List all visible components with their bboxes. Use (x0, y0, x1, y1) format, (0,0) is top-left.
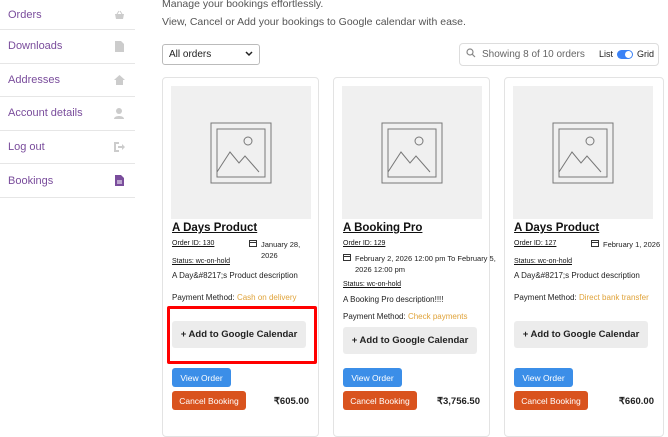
booking-price: ₹605.00 (273, 396, 309, 407)
document-icon (113, 175, 125, 187)
add-to-google-calendar-button[interactable]: + Add to Google Calendar (343, 327, 477, 354)
booking-card: A Days Product Order ID: 127 February 1,… (504, 77, 664, 437)
sidebar-item-label: Account details (8, 107, 83, 120)
order-id-link[interactable]: Order ID: 127 (514, 240, 556, 247)
calendar-icon (249, 239, 257, 250)
booking-title-link[interactable]: A Days Product (514, 222, 599, 234)
product-image-placeholder (342, 86, 482, 219)
payment-method-label: Payment Method: (343, 312, 406, 321)
payment-method: Payment Method: Cash on delivery (172, 293, 297, 302)
chevron-down-icon (245, 49, 253, 60)
sidebar-item-account-details[interactable]: Account details (0, 97, 135, 131)
sidebar-item-label: Orders (8, 8, 42, 21)
file-icon (113, 40, 125, 52)
image-placeholder-icon (381, 122, 443, 183)
sidebar-item-bookings[interactable]: Bookings (0, 164, 135, 198)
add-to-google-calendar-button[interactable]: + Add to Google Calendar (514, 321, 648, 348)
order-filter-value: All orders (169, 49, 212, 60)
booking-title-link[interactable]: A Booking Pro (343, 222, 422, 234)
account-sidebar: Orders Downloads Addresses Account detai… (0, 0, 135, 198)
payment-method-label: Payment Method: (514, 293, 577, 302)
order-filter-select[interactable]: All orders (162, 44, 260, 65)
product-image-placeholder (171, 86, 311, 219)
home-icon (113, 74, 125, 86)
image-placeholder-icon (210, 122, 272, 183)
booking-date-text: January 28, 2026 (261, 240, 301, 260)
booking-description: A Booking Pro description!!!! (343, 295, 444, 304)
view-order-button[interactable]: View Order (514, 368, 573, 387)
intro-line-2: View, Cancel or Add your bookings to Goo… (162, 16, 466, 28)
booking-description: A Day&#8217;s Product description (514, 271, 640, 280)
order-id-link[interactable]: Order ID: 129 (343, 240, 385, 247)
payment-method: Payment Method: Check payments (343, 312, 468, 321)
search-icon (466, 48, 476, 61)
payment-method-value: Check payments (407, 312, 468, 321)
product-image-placeholder (513, 86, 653, 219)
payment-method-value: Cash on delivery (236, 293, 297, 302)
logout-icon (113, 141, 125, 153)
booking-status-link[interactable]: Status: wc-on-hold (343, 281, 401, 288)
sidebar-item-orders[interactable]: Orders (0, 0, 135, 30)
search-placeholder: Showing 8 of 10 orders (482, 49, 585, 60)
basket-icon (113, 9, 125, 21)
payment-method-label: Payment Method: (172, 293, 235, 302)
add-to-google-calendar-button[interactable]: + Add to Google Calendar (172, 321, 306, 348)
sidebar-item-downloads[interactable]: Downloads (0, 30, 135, 64)
view-toggle-list-label: List (598, 49, 613, 59)
user-icon (113, 107, 125, 119)
booking-price: ₹3,756.50 (436, 396, 480, 407)
view-toggle[interactable]: List Grid (599, 49, 654, 59)
cancel-booking-button[interactable]: Cancel Booking (172, 391, 246, 410)
sidebar-item-label: Addresses (8, 73, 60, 86)
booking-status-link[interactable]: Status: wc-on-hold (172, 258, 230, 265)
booking-price: ₹660.00 (618, 396, 654, 407)
booking-date: January 28, 2026 (249, 239, 318, 261)
image-placeholder-icon (552, 122, 614, 183)
booking-date: February 1, 2026 (591, 239, 660, 250)
booking-date-line-2: 2026 12:00 pm (355, 265, 406, 274)
booking-card: A Booking Pro Order ID: 129 February 2, … (333, 77, 496, 437)
sidebar-item-label: Bookings (8, 174, 54, 187)
cancel-booking-button[interactable]: Cancel Booking (343, 391, 417, 410)
intro-line-1: Manage your bookings effortlessly. (162, 0, 324, 10)
view-order-button[interactable]: View Order (343, 368, 402, 387)
view-order-button[interactable]: View Order (172, 368, 231, 387)
calendar-icon (591, 239, 599, 250)
booking-status-link[interactable]: Status: wc-on-hold (514, 258, 572, 265)
booking-date-line-1: February 2, 2026 12:00 pm To February 5, (355, 254, 496, 263)
order-id-link[interactable]: Order ID: 130 (172, 240, 214, 247)
payment-method-value: Direct bank transfer (578, 293, 649, 302)
view-toggle-switch[interactable] (616, 49, 633, 59)
booking-date: February 2, 2026 12:00 pm To February 5,… (343, 253, 496, 275)
booking-date-text: February 1, 2026 (603, 240, 661, 249)
calendar-icon (343, 253, 351, 264)
sidebar-item-addresses[interactable]: Addresses (0, 64, 135, 98)
sidebar-item-log-out[interactable]: Log out (0, 131, 135, 165)
view-toggle-grid-label: Grid (636, 49, 654, 59)
order-search-input[interactable]: Showing 8 of 10 orders List Grid (459, 43, 659, 66)
cancel-booking-button[interactable]: Cancel Booking (514, 391, 588, 410)
booking-title-link[interactable]: A Days Product (172, 222, 257, 234)
sidebar-item-label: Downloads (8, 40, 63, 53)
payment-method: Payment Method: Direct bank transfer (514, 293, 649, 302)
booking-description: A Day&#8217;s Product description (172, 271, 298, 280)
booking-card: A Days Product Order ID: 130 January 28,… (162, 77, 319, 437)
sidebar-item-label: Log out (8, 141, 45, 154)
